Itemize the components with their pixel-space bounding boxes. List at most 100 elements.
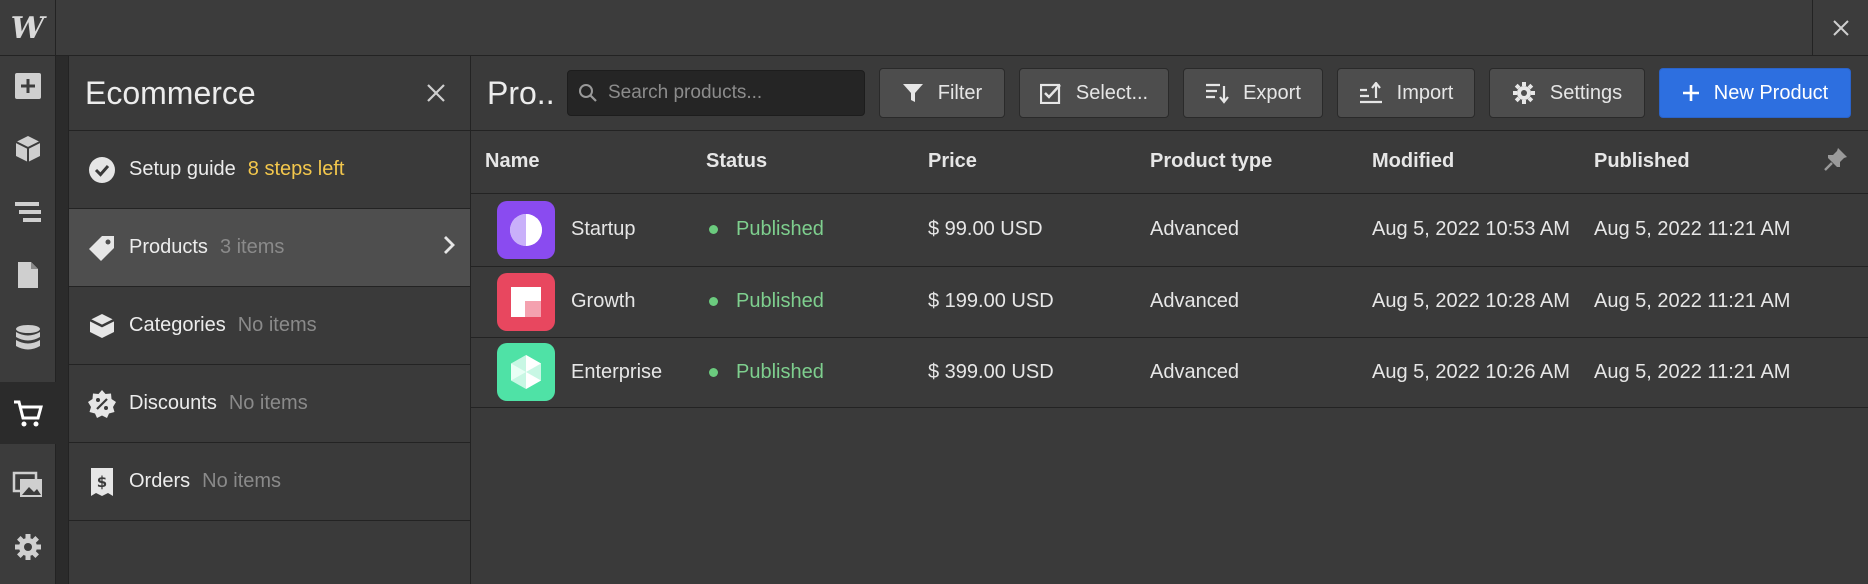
close-designer-button[interactable] xyxy=(1812,0,1868,56)
top-bar: W xyxy=(0,0,1868,56)
nav-item-discounts[interactable]: Discounts No items xyxy=(69,365,470,443)
price-cell: $ 399.00 USD xyxy=(914,337,1136,408)
gear-icon xyxy=(1512,82,1535,104)
product-name-wrap: Growth xyxy=(485,272,692,331)
startup-plan-icon xyxy=(510,213,542,246)
ecommerce-cart-icon xyxy=(14,400,43,427)
nav-item-products[interactable]: Products 3 items xyxy=(69,209,470,287)
name-cell: Startup xyxy=(471,193,692,267)
status-cell: Published xyxy=(692,337,914,408)
nav-item-categories[interactable]: Categories No items xyxy=(69,287,470,365)
search-input[interactable] xyxy=(608,82,848,104)
select-button[interactable]: Select... xyxy=(1019,68,1169,118)
settings-rail-button[interactable] xyxy=(0,517,56,577)
product-thumbnail xyxy=(497,343,555,401)
products-table: Name Status Price Product type Modified … xyxy=(471,131,1868,408)
ecommerce-panel: Ecommerce Setup guide 8 steps left Produ… xyxy=(68,56,471,584)
products-count: 3 items xyxy=(219,236,285,258)
column-header-status[interactable]: Status xyxy=(692,131,914,194)
export-icon xyxy=(1206,83,1229,104)
name-cell: Growth xyxy=(471,266,692,338)
name-cell: Enterprise xyxy=(471,337,692,408)
search-box[interactable] xyxy=(567,70,865,116)
navigator-button[interactable] xyxy=(0,182,56,242)
table-row[interactable]: Enterprise Published $ 399.00 USD Advanc… xyxy=(471,337,1868,408)
nav-item-setup-guide[interactable]: Setup guide 8 steps left xyxy=(69,131,470,209)
status-text: Published xyxy=(736,360,824,383)
settings-button[interactable]: Settings xyxy=(1489,68,1645,118)
close-icon xyxy=(427,84,445,102)
table-row[interactable]: Startup Published $ 99.00 USD Advanced A… xyxy=(471,193,1868,267)
nav-label: Products xyxy=(129,236,208,258)
ecommerce-button[interactable] xyxy=(0,382,56,444)
published-cell: Aug 5, 2022 11:21 AM xyxy=(1580,337,1868,408)
orders-count: No items xyxy=(202,470,282,492)
status-text: Published xyxy=(736,290,824,312)
assets-button[interactable] xyxy=(0,454,56,514)
modified-cell: Aug 5, 2022 10:26 AM xyxy=(1358,337,1580,408)
column-header-price[interactable]: Price xyxy=(914,131,1136,194)
categories-icon xyxy=(87,311,117,341)
status-dot xyxy=(709,297,718,306)
type-cell: Advanced xyxy=(1136,193,1358,267)
import-button[interactable]: Import xyxy=(1337,68,1475,118)
discounts-count: No items xyxy=(228,392,308,414)
table-header-row: Name Status Price Product type Modified … xyxy=(471,131,1868,194)
cms-button[interactable] xyxy=(0,308,56,368)
pin-column-button[interactable] xyxy=(1802,131,1868,194)
cms-database-icon xyxy=(16,325,40,350)
chevron-right-icon xyxy=(442,235,456,261)
export-button[interactable]: Export xyxy=(1183,68,1323,118)
webflow-logo[interactable]: W xyxy=(0,0,56,56)
price-cell: $ 199.00 USD xyxy=(914,266,1136,338)
table-row[interactable]: Growth Published $ 199.00 USD Advanced A… xyxy=(471,266,1868,338)
export-label: Export xyxy=(1243,81,1301,104)
enterprise-plan-icon xyxy=(511,355,541,389)
add-icon xyxy=(15,73,41,99)
assets-icon xyxy=(12,471,42,497)
checkbox-icon xyxy=(1039,83,1061,104)
nav-label: Orders xyxy=(129,470,191,492)
published-cell: Aug 5, 2022 11:21 AM xyxy=(1580,193,1868,267)
nav-item-orders[interactable]: $ Orders No items xyxy=(69,443,470,521)
close-panel-button[interactable] xyxy=(418,75,454,111)
status-dot xyxy=(709,367,718,377)
categories-count: No items xyxy=(237,314,317,336)
add-elements-button[interactable] xyxy=(0,56,56,116)
plus-icon xyxy=(1682,85,1699,101)
column-header-product-type[interactable]: Product type xyxy=(1136,131,1358,194)
products-toolbar: Pro.. Filter Select... Export Import Set… xyxy=(471,56,1868,131)
modified-cell: Aug 5, 2022 10:28 AM xyxy=(1358,266,1580,338)
status-cell: Published xyxy=(692,193,914,267)
left-toolbar xyxy=(0,56,56,584)
check-circle-icon xyxy=(87,155,117,185)
discount-badge-icon xyxy=(87,389,117,419)
status-cell: Published xyxy=(692,266,914,338)
settings-label: Settings xyxy=(1549,81,1623,104)
filter-button[interactable]: Filter xyxy=(879,68,1005,118)
status-badge: Published xyxy=(706,290,914,313)
import-label: Import xyxy=(1396,81,1454,104)
panel-title: Ecommerce xyxy=(85,74,256,111)
product-thumbnail xyxy=(497,200,555,259)
navigator-icon xyxy=(15,202,41,222)
column-header-published[interactable]: Published xyxy=(1580,131,1802,194)
panel-header: Ecommerce xyxy=(69,56,470,131)
column-header-modified[interactable]: Modified xyxy=(1358,131,1580,194)
nav-label: Categories xyxy=(129,314,226,336)
new-product-button[interactable]: New Product xyxy=(1659,68,1851,118)
symbols-button[interactable] xyxy=(0,119,56,179)
pages-icon xyxy=(18,262,38,288)
import-icon xyxy=(1359,82,1382,104)
tag-icon xyxy=(87,233,117,263)
filter-icon xyxy=(902,84,923,102)
product-name: Startup xyxy=(571,218,636,240)
product-name-wrap: Startup xyxy=(485,200,692,259)
close-icon xyxy=(1832,20,1849,36)
column-header-name[interactable]: Name xyxy=(471,131,692,194)
pages-button[interactable] xyxy=(0,245,56,305)
status-badge: Published xyxy=(706,361,914,384)
type-cell: Advanced xyxy=(1136,266,1358,338)
filter-label: Filter xyxy=(937,81,983,104)
modified-cell: Aug 5, 2022 10:53 AM xyxy=(1358,193,1580,267)
